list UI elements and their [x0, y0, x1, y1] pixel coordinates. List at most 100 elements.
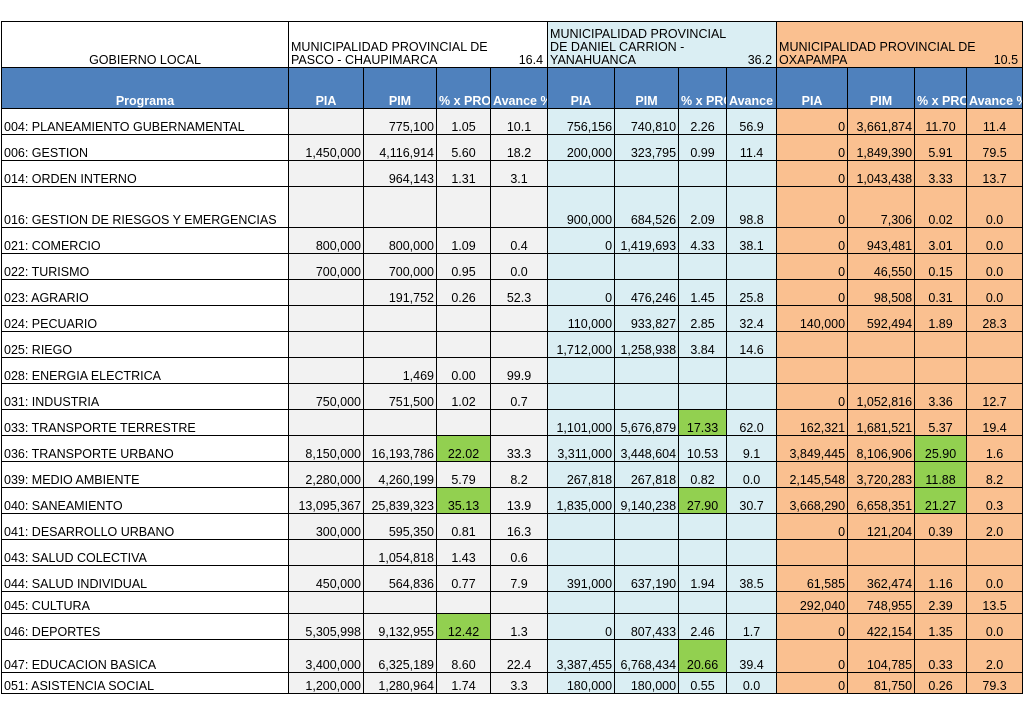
- avance-cell: 79.5: [966, 134, 1024, 161]
- pim-cell: [614, 357, 680, 384]
- prog-cell: 5.37: [914, 409, 968, 436]
- pim-cell: 25,839,323: [363, 487, 437, 514]
- pim-cell: 16,193,786: [363, 435, 437, 462]
- group-avance: 10.5: [993, 53, 1019, 67]
- avance-cell: 13.5: [966, 591, 1024, 614]
- prog-cell: [678, 513, 728, 540]
- col-header-pim: PIM: [847, 67, 916, 109]
- programa-cell: 051: ASISTENCIA SOCIAL: [1, 672, 289, 694]
- pim-cell: 5,676,879: [614, 409, 680, 436]
- pia-cell: [288, 539, 364, 566]
- avance-cell: 18.2: [489, 134, 549, 161]
- prog-cell: 0.77: [436, 565, 491, 592]
- avance-cell: [726, 253, 778, 280]
- prog-cell: 3.36: [914, 383, 968, 410]
- prog-cell: 20.66: [678, 639, 728, 673]
- pim-cell: [363, 305, 437, 332]
- pia-cell: [547, 253, 616, 280]
- pia-cell: [547, 513, 616, 540]
- pia-cell: [288, 305, 364, 332]
- avance-cell: 13.9: [489, 487, 549, 514]
- pia-cell: [547, 383, 616, 410]
- avance-cell: 0.7: [489, 383, 549, 410]
- programa-cell: 004: PLANEAMIENTO GUBERNAMENTAL: [1, 108, 289, 135]
- pim-cell: 700,000: [363, 253, 437, 280]
- avance-cell: 0.0: [966, 613, 1024, 640]
- pim-cell: 740,810: [614, 108, 680, 135]
- prog-cell: 3.01: [914, 227, 968, 254]
- table-row: 039: MEDIO AMBIENTE 2,280,000 4,260,199 5.7…: [1, 461, 1024, 488]
- pim-cell: 476,246: [614, 279, 680, 306]
- pim-cell: 121,204: [847, 513, 916, 540]
- pim-cell: 9,132,955: [363, 613, 437, 640]
- pia-cell: 0: [776, 253, 849, 280]
- col-header-pim: PIM: [614, 67, 680, 109]
- avance-cell: [726, 539, 778, 566]
- pia-cell: 267,818: [547, 461, 616, 488]
- pia-cell: 200,000: [547, 134, 616, 161]
- pim-cell: [847, 357, 916, 384]
- pim-cell: [614, 513, 680, 540]
- avance-cell: 0.0: [966, 253, 1024, 280]
- pim-cell: 684,526: [614, 186, 680, 228]
- gobierno-local-header: GOBIERNO LOCAL: [1, 21, 289, 68]
- pia-cell: 3,400,000: [288, 639, 364, 673]
- pim-cell: 1,681,521: [847, 409, 916, 436]
- pia-cell: 0: [776, 227, 849, 254]
- col-header-avance: Avance %: [966, 67, 1024, 109]
- prog-cell: 2.85: [678, 305, 728, 332]
- prog-cell: 25.90: [914, 435, 968, 462]
- prog-cell: 0.81: [436, 513, 491, 540]
- pia-cell: 700,000: [288, 253, 364, 280]
- col-header-prog: % x PROG: [678, 67, 728, 109]
- col-header-avance: Avance %: [489, 67, 549, 109]
- pia-cell: 300,000: [288, 513, 364, 540]
- prog-cell: 1.45: [678, 279, 728, 306]
- table-row: 041: DESARROLLO URBANO 300,000 595,350 0.81…: [1, 513, 1024, 540]
- prog-cell: [678, 539, 728, 566]
- avance-cell: 0.3: [966, 487, 1024, 514]
- prog-cell: 2.26: [678, 108, 728, 135]
- pia-cell: 110,000: [547, 305, 616, 332]
- programa-cell: 043: SALUD COLECTIVA: [1, 539, 289, 566]
- pia-cell: [547, 591, 616, 614]
- avance-cell: 16.3: [489, 513, 549, 540]
- prog-cell: 2.39: [914, 591, 968, 614]
- pim-cell: 592,494: [847, 305, 916, 332]
- programa-cell: 041: DESARROLLO URBANO: [1, 513, 289, 540]
- avance-cell: [489, 331, 549, 358]
- pim-cell: 1,043,438: [847, 160, 916, 187]
- programa-cell: 014: ORDEN INTERNO: [1, 160, 289, 187]
- avance-cell: [489, 591, 549, 614]
- prog-cell: 8.60: [436, 639, 491, 673]
- pia-cell: 0: [776, 613, 849, 640]
- pim-cell: [614, 160, 680, 187]
- programa-cell: 022: TURISMO: [1, 253, 289, 280]
- avance-cell: 1.3: [489, 613, 549, 640]
- pim-cell: 1,469: [363, 357, 437, 384]
- table-row: 040: SANEAMIENTO 13,095,367 25,839,323 35.1…: [1, 487, 1024, 514]
- pim-cell: 81,750: [847, 672, 916, 694]
- pia-cell: 0: [776, 639, 849, 673]
- avance-cell: 14.6: [726, 331, 778, 358]
- pim-cell: 3,661,874: [847, 108, 916, 135]
- programa-cell: 033: TRANSPORTE TERRESTRE: [1, 409, 289, 436]
- prog-cell: 1.74: [436, 672, 491, 694]
- prog-cell: 1.02: [436, 383, 491, 410]
- avance-cell: [966, 357, 1024, 384]
- pia-cell: 756,156: [547, 108, 616, 135]
- pia-cell: 180,000: [547, 672, 616, 694]
- avance-cell: 99.9: [489, 357, 549, 384]
- avance-cell: 19.4: [966, 409, 1024, 436]
- pim-cell: 191,752: [363, 279, 437, 306]
- avance-cell: 0.0: [966, 565, 1024, 592]
- prog-cell: 11.88: [914, 461, 968, 488]
- prog-cell: 1.89: [914, 305, 968, 332]
- group-name: MUNICIPALIDAD PROVINCIAL DE OXAPAMPA: [779, 40, 976, 67]
- pia-cell: 750,000: [288, 383, 364, 410]
- avance-cell: 56.9: [726, 108, 778, 135]
- prog-cell: 5.91: [914, 134, 968, 161]
- avance-cell: [489, 186, 549, 228]
- avance-cell: 52.3: [489, 279, 549, 306]
- programa-cell: 006: GESTION: [1, 134, 289, 161]
